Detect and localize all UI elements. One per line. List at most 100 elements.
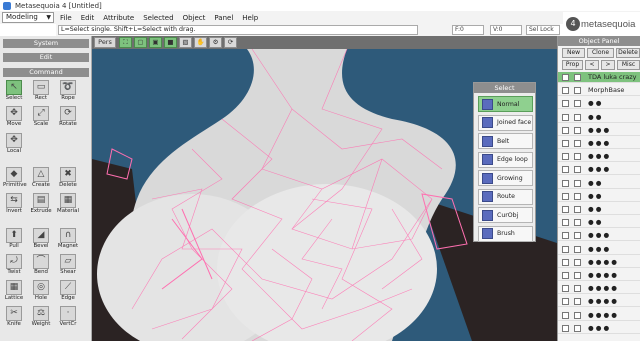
lock-checkbox[interactable]: [574, 126, 581, 134]
tool-rotate[interactable]: ⟳ Rotate: [57, 106, 79, 130]
lock-checkbox[interactable]: [574, 232, 581, 240]
tool-edge[interactable]: ⟋ Edge: [57, 280, 79, 304]
visibility-checkbox[interactable]: [562, 245, 569, 253]
object-row[interactable]: ● ● ●: [558, 125, 640, 136]
tool-weight[interactable]: ⚖ Weight: [30, 306, 52, 330]
object-row[interactable]: ● ●: [558, 112, 640, 123]
tool-move[interactable]: ✥ Move: [3, 106, 25, 130]
object-row[interactable]: ● ● ●: [558, 323, 640, 334]
prev-button[interactable]: <: [585, 60, 599, 70]
new-object-button[interactable]: New: [562, 48, 585, 58]
menu-object[interactable]: Object: [183, 14, 206, 22]
tool-shear[interactable]: ▱ Shear: [57, 254, 79, 278]
object-row[interactable]: ● ●: [558, 204, 640, 215]
visibility-checkbox[interactable]: [562, 153, 569, 161]
hand-icon[interactable]: ✋: [194, 37, 207, 48]
select-mode-belt[interactable]: Belt: [478, 133, 533, 149]
tool-magnet[interactable]: ∩ Magnet: [57, 228, 79, 252]
visibility-checkbox[interactable]: [562, 298, 569, 306]
object-row[interactable]: ● ●: [558, 191, 640, 202]
visibility-checkbox[interactable]: [562, 232, 569, 240]
select-mode-brush[interactable]: Brush: [478, 225, 533, 242]
texture-view-icon[interactable]: ▧: [179, 37, 192, 48]
lock-checkbox[interactable]: [574, 87, 581, 95]
tool-twist[interactable]: ⤾ Twist: [3, 254, 25, 278]
lock-checkbox[interactable]: [574, 74, 581, 81]
visibility-checkbox[interactable]: [562, 140, 569, 147]
visibility-checkbox[interactable]: [562, 100, 569, 108]
object-row[interactable]: ● ● ●: [558, 230, 640, 242]
prop-button[interactable]: Prop: [562, 60, 583, 70]
object-row[interactable]: ● ● ● ●: [558, 270, 640, 281]
tool-hole[interactable]: ◎ Hole: [30, 280, 52, 304]
visibility-checkbox[interactable]: [562, 192, 569, 200]
tool-bevel[interactable]: ◢ Bevel: [30, 228, 52, 252]
visibility-checkbox[interactable]: [562, 113, 569, 121]
tool-extrude[interactable]: ▤ Extrude: [30, 193, 52, 217]
lock-checkbox[interactable]: [574, 113, 581, 121]
object-row[interactable]: MorphBase: [558, 85, 640, 97]
object-row[interactable]: ● ● ●: [558, 244, 640, 255]
tool-knife[interactable]: ✂ Knife: [3, 306, 25, 330]
lock-checkbox[interactable]: [574, 324, 581, 332]
visibility-checkbox[interactable]: [562, 324, 569, 332]
object-row[interactable]: ● ● ● ●: [558, 283, 640, 295]
visibility-checkbox[interactable]: [562, 272, 569, 279]
lock-checkbox[interactable]: [574, 100, 581, 108]
visibility-checkbox[interactable]: [562, 206, 569, 213]
lock-checkbox[interactable]: [574, 219, 581, 227]
tool-local[interactable]: ✥ Local: [3, 133, 25, 157]
menu-attribute[interactable]: Attribute: [103, 14, 134, 22]
menu-selected[interactable]: Selected: [143, 14, 173, 22]
object-row[interactable]: ● ●: [558, 98, 640, 110]
tool-vertcr[interactable]: · VertCr: [57, 306, 79, 330]
object-row[interactable]: ● ●: [558, 217, 640, 229]
lock-checkbox[interactable]: [574, 192, 581, 200]
lock-checkbox[interactable]: [574, 166, 581, 174]
menu-file[interactable]: File: [60, 14, 72, 22]
face-view-icon[interactable]: ▣: [149, 37, 162, 48]
sel-lock-button[interactable]: Sel Lock: [526, 25, 560, 35]
select-mode-edge-loop[interactable]: Edge loop: [478, 151, 533, 168]
object-row[interactable]: ● ● ●: [558, 164, 640, 176]
lock-checkbox[interactable]: [574, 258, 581, 266]
object-row[interactable]: ● ● ●: [558, 151, 640, 163]
lock-checkbox[interactable]: [574, 298, 581, 306]
solid-view-icon[interactable]: ■: [164, 37, 177, 48]
visibility-checkbox[interactable]: [562, 179, 569, 187]
tool-primitive[interactable]: ◆ Primitive: [3, 167, 27, 191]
lock-checkbox[interactable]: [574, 245, 581, 253]
tool-rope[interactable]: ➰ Rope: [57, 80, 79, 104]
select-mode-joined-face[interactable]: Joined face: [478, 114, 533, 131]
object-row[interactable]: ● ● ● ●: [558, 296, 640, 308]
tool-scale[interactable]: ⤢ Scale: [30, 106, 52, 130]
tool-delete[interactable]: ✖ Delete: [57, 167, 79, 191]
select-mode-curobj[interactable]: CurObj: [478, 207, 533, 223]
object-row[interactable]: ● ●: [558, 178, 640, 189]
tool-invert[interactable]: ⇆ Invert: [3, 193, 25, 217]
visibility-checkbox[interactable]: [562, 87, 569, 95]
visibility-checkbox[interactable]: [562, 166, 569, 174]
tool-select[interactable]: ↖ Select: [3, 80, 25, 104]
section-edit[interactable]: Edit: [3, 53, 89, 62]
visibility-checkbox[interactable]: [562, 126, 569, 134]
lock-checkbox[interactable]: [574, 140, 581, 147]
lock-checkbox[interactable]: [574, 272, 581, 279]
menu-edit[interactable]: Edit: [81, 14, 95, 22]
section-system[interactable]: System: [3, 39, 89, 48]
tool-pull[interactable]: ⬆ Pull: [3, 228, 25, 252]
visibility-checkbox[interactable]: [562, 311, 569, 319]
select-mode-normal[interactable]: Normal: [478, 96, 533, 112]
object-row[interactable]: TDA luka crazy: [558, 72, 640, 83]
gear-icon[interactable]: ⚙: [209, 37, 222, 48]
misc-button[interactable]: Misc: [617, 60, 640, 70]
object-row[interactable]: ● ● ●: [558, 138, 640, 149]
select-mode-growing[interactable]: Growing: [478, 170, 533, 186]
refresh-icon[interactable]: ⟳: [224, 37, 237, 48]
tool-material[interactable]: ▦ Material: [57, 193, 79, 217]
object-row[interactable]: ● ● ● ●: [558, 257, 640, 268]
lock-checkbox[interactable]: [574, 206, 581, 213]
tool-create[interactable]: △ Create: [30, 167, 52, 191]
lock-checkbox[interactable]: [574, 179, 581, 187]
section-command[interactable]: Command: [3, 68, 89, 77]
